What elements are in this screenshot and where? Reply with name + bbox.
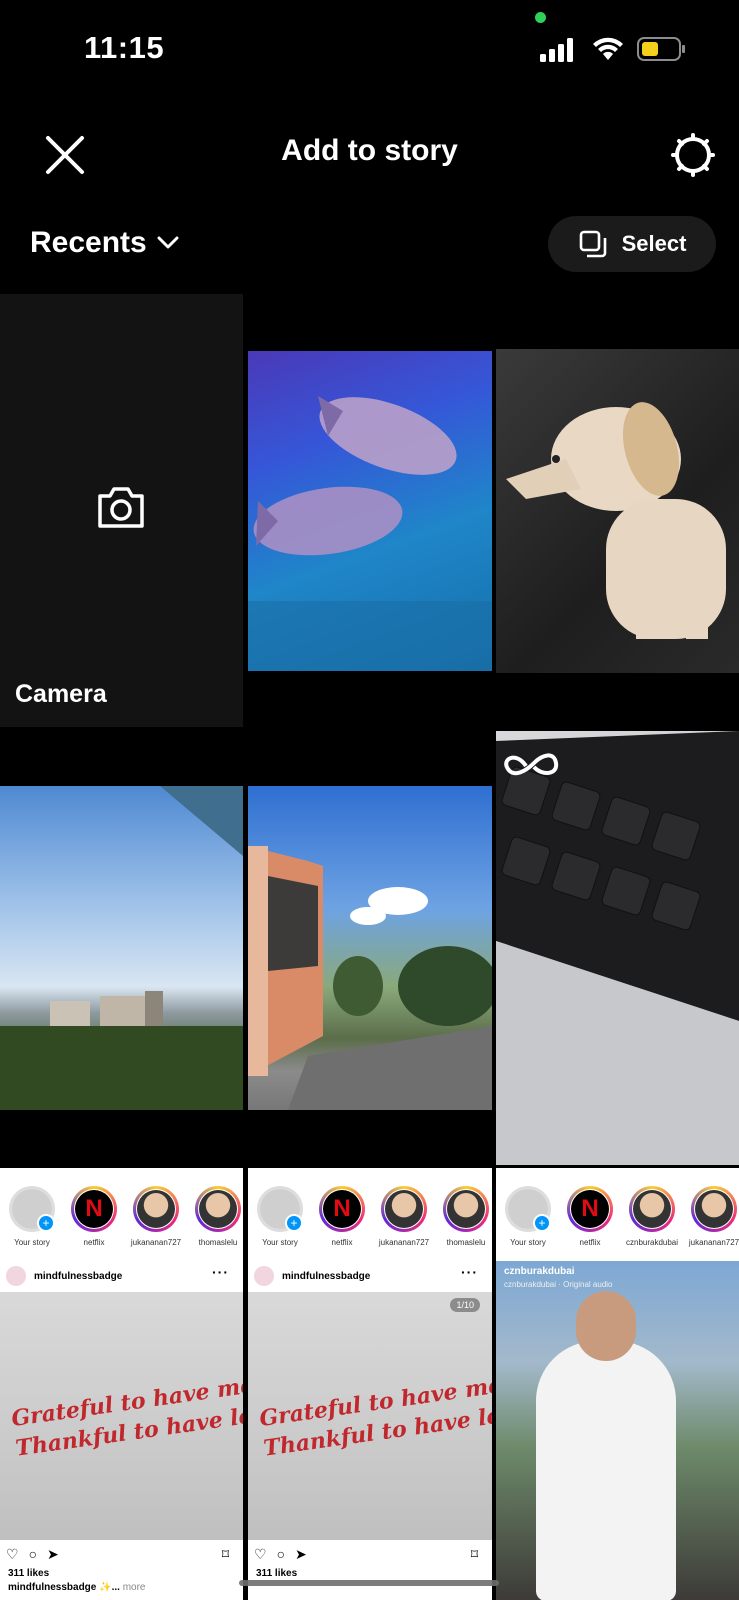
avatar [6,1266,26,1286]
comment-icon: ○ [276,1546,286,1562]
netflix-logo: N [75,1190,113,1228]
quote-text: Grateful to have met you,Thankful to hav… [9,1363,243,1462]
page-title: Add to story [281,134,458,167]
story-item: Nnetflix [316,1186,368,1256]
quote-text: Grateful to have met you,Thankful to hav… [257,1363,492,1462]
stories-row: Your story Nnetflix jukananan727 thomasl… [254,1186,492,1256]
heart-icon: ♡ [254,1546,267,1562]
share-icon: ➤ [295,1546,307,1562]
camera-label: Camera [15,680,107,708]
bookmark-icon: ⌑ [221,1546,229,1562]
story-item: thomaslelu [440,1186,492,1256]
post-header: mindfulnessbadge [6,1266,122,1286]
avatar [633,1190,671,1228]
avatar [254,1266,274,1286]
avatar [12,1189,55,1232]
avatar [695,1190,733,1228]
story-item: Your story [502,1186,554,1256]
dog-image [506,402,726,639]
avatar [137,1190,175,1228]
comment-icon: ○ [28,1546,38,1562]
album-label: Recents [30,226,147,259]
avatar [447,1190,485,1228]
avatar [260,1189,303,1232]
story-item: thomaslelu [192,1186,243,1256]
story-item: jukananan727 [688,1186,739,1256]
photo-thumbnail-building[interactable] [248,786,492,1110]
building-image [248,846,492,1110]
photo-thumbnail-instagram-2[interactable]: Your story Nnetflix jukananan727 thomasl… [248,1168,492,1600]
post-image: Grateful to have met you,Thankful to hav… [0,1292,243,1540]
person-figure [536,1341,676,1600]
keyboard-image [496,731,739,1165]
photo-thumbnail-keyboard[interactable] [496,731,739,1165]
more-icon: ··· [461,1264,478,1280]
chevron-down-icon [157,236,179,249]
story-item: Your story [254,1186,306,1256]
status-bar: 11:15 [0,0,739,100]
story-item: Your story [6,1186,58,1256]
status-time: 11:15 [84,30,165,65]
wifi-icon [593,37,623,60]
netflix-logo: N [323,1190,361,1228]
select-label: Select [621,231,687,256]
share-icon: ➤ [47,1546,59,1562]
multi-select-icon [579,230,606,258]
heart-icon: ♡ [6,1546,19,1562]
album-selector[interactable]: Recents [30,226,179,260]
carousel-counter: 1/10 [450,1298,480,1312]
story-item: jukananan727 [378,1186,430,1256]
post-actions: ♡ ○ ➤ [6,1546,59,1563]
bookmark-icon: ⌑ [470,1546,478,1562]
avatar [508,1189,551,1232]
photo-thumbnail-instagram-1[interactable]: Your story Nnetflix jukananan727 thomasl… [0,1168,243,1600]
camera-in-use-indicator [535,12,546,23]
stories-row: Your story Nnetflix jukananan727 thomasl… [6,1186,243,1256]
netflix-logo: N [571,1190,609,1228]
story-item: Nnetflix [68,1186,120,1256]
likes-count: 311 likes [256,1568,298,1579]
select-multiple-button[interactable]: Select [548,216,716,272]
gear-icon [671,133,715,177]
battery-icon [637,37,685,61]
photo-thumbnail-instagram-3[interactable]: Your story Nnetflix cznburakdubai jukana… [496,1168,739,1600]
photo-thumbnail-dog[interactable] [496,349,739,673]
post-audio: cznburakdubai · Original audio [504,1280,613,1289]
story-item: Nnetflix [564,1186,616,1256]
settings-button[interactable] [668,130,718,180]
post-image: 1/10 Grateful to have met you,Thankful t… [248,1292,492,1540]
avatar [199,1190,237,1228]
stories-row: Your story Nnetflix cznburakdubai jukana… [502,1186,739,1256]
fish-image [248,396,492,671]
post-image [496,1261,739,1600]
photo-thumbnail-sky[interactable] [0,786,243,1110]
story-item: cznburakdubai [626,1186,678,1256]
home-indicator [239,1580,499,1586]
post-caption: mindfulnessbadge ✨... more [8,1582,146,1593]
sky-image [0,786,243,1110]
likes-count: 311 likes [8,1568,50,1579]
photo-thumbnail-fish[interactable] [248,351,492,671]
post-username: cznburakdubai [504,1266,575,1277]
post-actions: ♡ ○ ➤ [254,1546,307,1563]
camera-icon [98,487,144,528]
cellular-signal-icon [540,38,573,62]
post-header: mindfulnessbadge [254,1266,370,1286]
person-head [576,1291,636,1361]
more-icon: ··· [212,1264,229,1280]
story-item: jukananan727 [130,1186,182,1256]
avatar [385,1190,423,1228]
camera-tile[interactable]: Camera [0,294,243,727]
